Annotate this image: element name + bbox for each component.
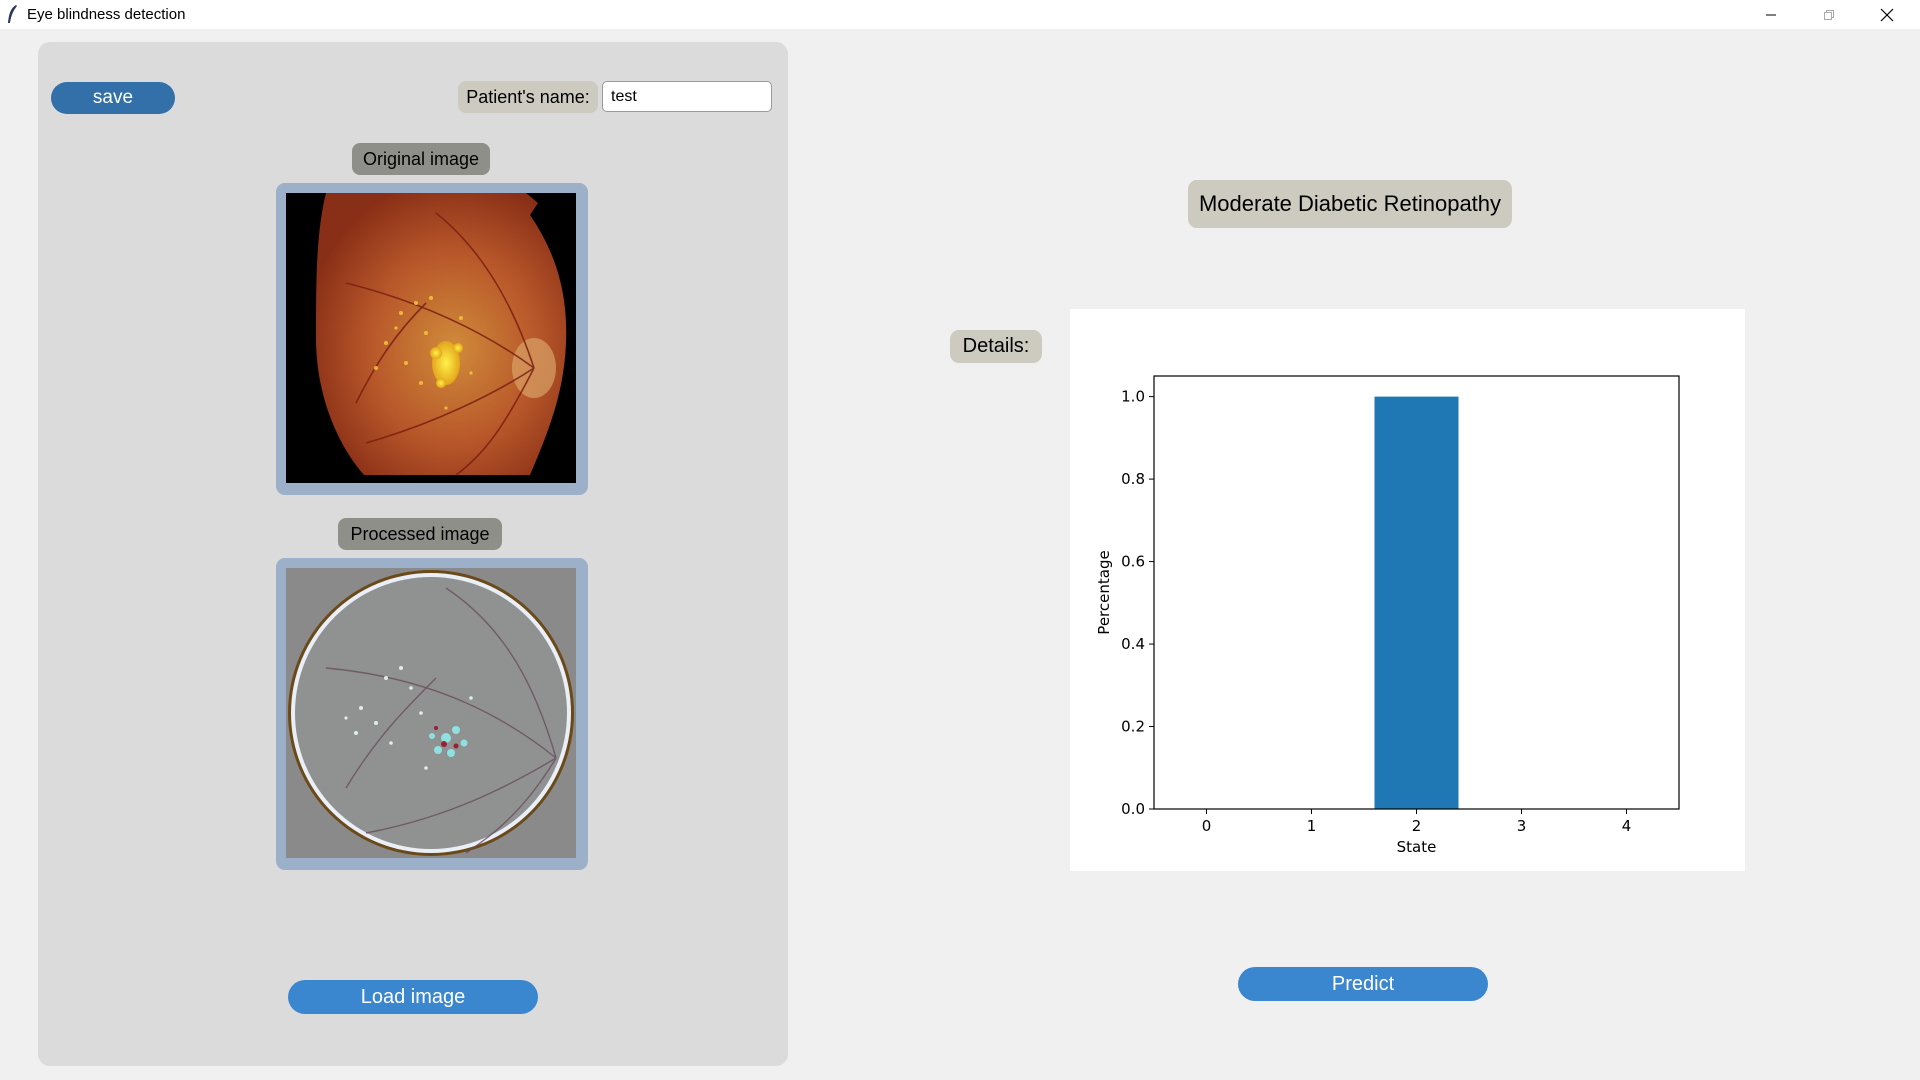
title-bar: Eye blindness detection	[0, 0, 1920, 29]
predict-button[interactable]: Predict	[1238, 967, 1488, 1001]
details-label: Details:	[950, 330, 1042, 363]
bar-state-2	[1374, 396, 1459, 809]
original-image	[286, 193, 576, 483]
processed-image-frame	[276, 558, 588, 870]
bar-chart: 0 1 2 3 4 0.0 0.2 0.4 0.6 0.8 1.0 State Percentage	[1095, 375, 1680, 856]
x-axis-label: State	[1397, 838, 1437, 856]
prediction-result: Moderate Diabetic Retinopathy	[1188, 180, 1512, 228]
prediction-chart: 0 1 2 3 4 0.0 0.2 0.4 0.6 0.8 1.0 State Percentage	[1070, 309, 1745, 871]
minimize-button[interactable]	[1742, 0, 1800, 29]
y-tick-label: 0.2	[1121, 718, 1145, 736]
save-button[interactable]: save	[51, 82, 175, 114]
x-tick-label: 1	[1307, 817, 1317, 835]
x-tick-label: 4	[1622, 817, 1632, 835]
load-image-button[interactable]: Load image	[288, 980, 538, 1014]
window-title: Eye blindness detection	[27, 6, 186, 23]
processed-image	[286, 568, 576, 858]
feather-icon	[8, 5, 17, 23]
x-tick-label: 3	[1517, 817, 1527, 835]
y-tick-label: 0.6	[1121, 553, 1145, 571]
y-tick-label: 1.0	[1121, 388, 1145, 406]
y-tick-label: 0.4	[1121, 635, 1145, 653]
maximize-button[interactable]	[1800, 0, 1858, 29]
patient-name-label: Patient's name:	[458, 81, 598, 113]
close-icon	[1880, 8, 1894, 21]
x-tick-label: 0	[1202, 817, 1212, 835]
patient-name-input[interactable]	[602, 81, 772, 112]
y-axis-label: Percentage	[1095, 550, 1113, 634]
processed-image-label: Processed image	[338, 518, 502, 550]
original-image-frame	[276, 183, 588, 495]
original-image-label: Original image	[352, 143, 490, 175]
close-button[interactable]	[1858, 0, 1916, 29]
y-tick-label: 0.8	[1121, 470, 1145, 488]
minimize-icon	[1766, 14, 1776, 15]
y-tick-label: 0.0	[1121, 800, 1145, 818]
x-tick-label: 2	[1412, 817, 1422, 835]
maximize-icon	[1824, 9, 1834, 20]
